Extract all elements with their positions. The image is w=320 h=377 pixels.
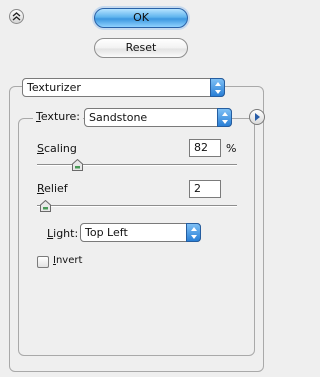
triangle-right-icon xyxy=(255,113,260,121)
filter-select-stepper xyxy=(210,78,225,97)
light-label: Light: xyxy=(47,227,79,240)
texture-label: Texture: xyxy=(33,110,83,123)
slider-thumb-icon xyxy=(40,199,51,212)
relief-slider-thumb[interactable] xyxy=(40,199,51,212)
up-down-arrows-icon xyxy=(215,82,221,94)
relief-slider-track[interactable] xyxy=(37,205,237,207)
collapse-button[interactable] xyxy=(9,9,24,24)
relief-input[interactable]: 2 xyxy=(189,180,221,198)
texture-select-value: Sandstone xyxy=(89,111,148,124)
light-select-value: Top Left xyxy=(85,226,128,239)
reset-button[interactable]: Reset xyxy=(94,38,188,58)
double-chevron-up-icon xyxy=(12,12,21,21)
relief-label: Relief xyxy=(37,182,68,195)
up-down-arrows-icon xyxy=(222,112,228,124)
invert-label: Invert xyxy=(53,255,83,266)
texture-select[interactable]: Sandstone xyxy=(84,108,232,127)
filter-select-value: Texturizer xyxy=(27,81,81,94)
texture-select-stepper xyxy=(217,108,232,127)
invert-checkbox[interactable] xyxy=(37,256,49,268)
light-select[interactable]: Top Left xyxy=(80,223,201,242)
texture-menu-button[interactable] xyxy=(249,109,265,125)
slider-thumb-icon xyxy=(72,158,83,171)
scaling-input[interactable]: 82 xyxy=(189,139,221,157)
ok-button[interactable]: OK xyxy=(94,8,188,28)
scaling-slider-track[interactable] xyxy=(37,164,237,166)
filter-select[interactable]: Texturizer xyxy=(22,78,225,97)
up-down-arrows-icon xyxy=(191,227,197,239)
light-select-stepper xyxy=(186,223,201,242)
scaling-label: Scaling xyxy=(37,142,77,155)
scaling-unit: % xyxy=(226,142,237,155)
scaling-slider-thumb[interactable] xyxy=(72,158,83,171)
